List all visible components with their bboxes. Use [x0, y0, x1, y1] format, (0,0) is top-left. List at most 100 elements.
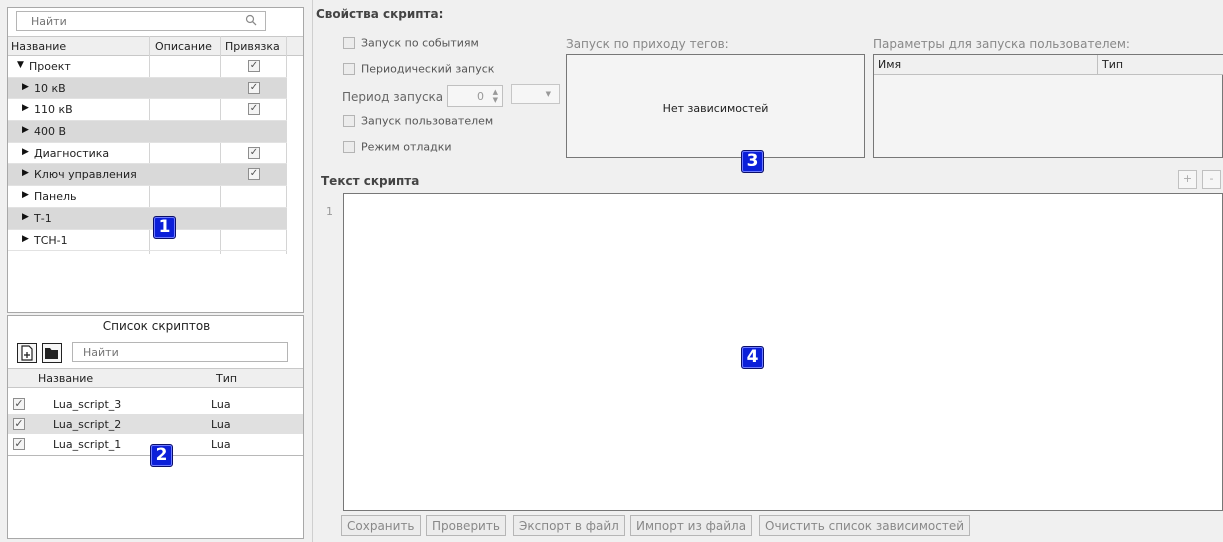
binding-checkbox[interactable]: ✓	[248, 60, 260, 72]
params-col-name[interactable]: Имя	[878, 58, 901, 71]
new-script-button[interactable]	[17, 343, 37, 363]
binding-checkbox[interactable]: ✓	[248, 168, 260, 181]
user-params-label: Параметры для запуска пользователем:	[873, 37, 1130, 51]
spin-arrows-icon[interactable]: ▲ ▼	[493, 88, 498, 104]
params-col-divider	[1097, 55, 1098, 75]
script-name: Lua_script_2	[53, 418, 122, 431]
search-icon[interactable]	[245, 14, 257, 26]
scripts-search-field[interactable]	[72, 342, 288, 362]
tree-search-field[interactable]	[16, 11, 266, 31]
scripts-list-title: Список скриптов	[102, 319, 211, 333]
expanded-arrow-icon[interactable]: ▼	[17, 60, 24, 70]
collapsed-arrow-icon[interactable]: ▶	[22, 190, 29, 200]
user-run-checkbox[interactable]	[343, 115, 355, 127]
collapsed-arrow-icon[interactable]: ▶	[22, 234, 29, 244]
scripts-list-panel: Список скриптов Название Тип ✓ Lua_scrip…	[7, 315, 304, 539]
tree-col-name[interactable]: Название	[11, 40, 66, 53]
binding-checkbox[interactable]: ✓	[248, 81, 260, 94]
scripts-col-type[interactable]: Тип	[216, 372, 237, 385]
tree-row[interactable]: ▶ Панель	[8, 186, 287, 208]
check-button[interactable]: Проверить	[426, 515, 506, 536]
period-value: 0	[477, 90, 484, 103]
period-unit-dropdown[interactable]: ▼	[511, 84, 560, 104]
tree-row-label: Панель	[34, 190, 77, 204]
user-params-table[interactable]: Имя Тип	[873, 54, 1223, 158]
user-run-option[interactable]: Запуск пользователем	[343, 114, 493, 130]
script-name: Lua_script_1	[53, 438, 122, 451]
tree-row[interactable]: ▶ Ключ управления ✓	[8, 164, 287, 187]
script-enabled-checkbox[interactable]: ✓	[13, 418, 25, 430]
script-editor[interactable]	[343, 193, 1223, 511]
folder-icon	[45, 348, 58, 359]
add-param-button[interactable]: +	[1178, 170, 1197, 189]
tags-dependencies-box[interactable]: Нет зависимостей	[566, 54, 865, 158]
import-button[interactable]: Импорт из файла	[630, 515, 753, 536]
params-col-type[interactable]: Тип	[1102, 58, 1123, 71]
tree-row[interactable]: ▶ 400 В	[8, 121, 287, 143]
collapsed-arrow-icon[interactable]: ▶	[22, 212, 29, 222]
callout-marker: 2	[150, 444, 173, 467]
tree-row-label: Проект	[29, 60, 71, 73]
tree-row[interactable]: ▶ 10 кВ ✓	[8, 77, 287, 100]
binding-checkbox[interactable]: ✓	[248, 103, 260, 116]
script-type: Lua	[211, 418, 231, 431]
panel-splitter[interactable]	[312, 0, 313, 542]
callout-marker: 4	[741, 346, 764, 369]
chevron-down-icon: ▼	[545, 90, 551, 98]
script-row[interactable]: ✓ Lua_script_2 Lua	[8, 414, 303, 434]
tree-row-label: 10 кВ	[34, 81, 66, 95]
new-file-icon	[21, 345, 33, 361]
tree-row[interactable]: ▼ Проект ✓	[8, 56, 287, 78]
scripts-search-input[interactable]	[73, 343, 273, 361]
periodic-run-checkbox[interactable]	[343, 63, 355, 75]
periodic-run-option[interactable]: Периодический запуск	[343, 62, 494, 78]
debug-mode-option[interactable]: Режим отладки	[343, 140, 452, 156]
remove-param-button[interactable]: -	[1202, 170, 1221, 189]
collapsed-arrow-icon[interactable]: ▶	[22, 125, 29, 135]
tree-search-input[interactable]	[17, 12, 237, 30]
event-run-checkbox[interactable]	[343, 37, 355, 49]
event-run-label: Запуск по событиям	[361, 36, 479, 50]
tree-row-label: Т-1	[34, 211, 52, 225]
scripts-list-header: Название Тип	[8, 368, 303, 388]
debug-mode-label: Режим отладки	[361, 140, 452, 154]
tree-row-label: 400 В	[34, 125, 67, 139]
debug-mode-checkbox[interactable]	[343, 141, 355, 153]
collapsed-arrow-icon[interactable]: ▶	[22, 103, 29, 113]
object-tree-panel: Название Описание Привязка ▼ Проект ✓ ▶ …	[7, 7, 304, 313]
open-script-button[interactable]	[42, 343, 62, 363]
tree-row[interactable]: ▶ Диагностика ✓	[8, 143, 287, 165]
export-button[interactable]: Экспорт в файл	[513, 515, 625, 536]
tree-header: Название Описание Привязка	[8, 36, 303, 56]
tree-row[interactable]: ▶ Т-1	[8, 207, 287, 230]
script-type: Lua	[211, 398, 231, 411]
tree-row[interactable]: ▶ ТСН-1	[8, 230, 287, 252]
clear-dependencies-button[interactable]: Очистить список зависимостей	[759, 515, 971, 536]
event-run-option[interactable]: Запуск по событиям	[343, 36, 479, 52]
collapsed-arrow-icon[interactable]: ▶	[22, 147, 29, 157]
script-properties-title: Свойства скрипта:	[316, 7, 444, 21]
tree-row[interactable]: ▶ 110 кВ ✓	[8, 99, 287, 122]
tree-rows: ▼ Проект ✓ ▶ 10 кВ ✓ ▶ 110 кВ ✓ ▶ 400 В …	[8, 56, 287, 252]
tree-col-binding[interactable]: Привязка	[225, 40, 280, 53]
no-dependencies-text: Нет зависимостей	[662, 102, 769, 115]
scripts-col-name[interactable]: Название	[38, 372, 93, 385]
line-number: 1	[326, 205, 333, 218]
collapsed-arrow-icon[interactable]: ▶	[22, 82, 29, 92]
collapsed-arrow-icon[interactable]: ▶	[22, 168, 29, 178]
tree-col-description[interactable]: Описание	[155, 40, 212, 53]
script-name: Lua_script_3	[53, 398, 122, 411]
period-spinbox[interactable]: 0 ▲ ▼	[447, 85, 503, 107]
callout-marker: 1	[153, 216, 176, 239]
params-header: Имя Тип	[874, 55, 1223, 75]
script-row[interactable]: ✓ Lua_script_3 Lua	[8, 394, 303, 414]
save-button[interactable]: Сохранить	[341, 515, 421, 536]
period-label: Период запуска	[342, 90, 444, 104]
periodic-run-label: Периодический запуск	[361, 62, 495, 76]
binding-checkbox[interactable]: ✓	[248, 146, 260, 159]
script-enabled-checkbox[interactable]: ✓	[13, 438, 25, 450]
tree-row-label: Диагностика	[34, 146, 110, 160]
script-text-title: Текст скрипта	[321, 174, 420, 188]
callout-marker: 3	[741, 150, 764, 173]
script-enabled-checkbox[interactable]: ✓	[13, 398, 25, 410]
